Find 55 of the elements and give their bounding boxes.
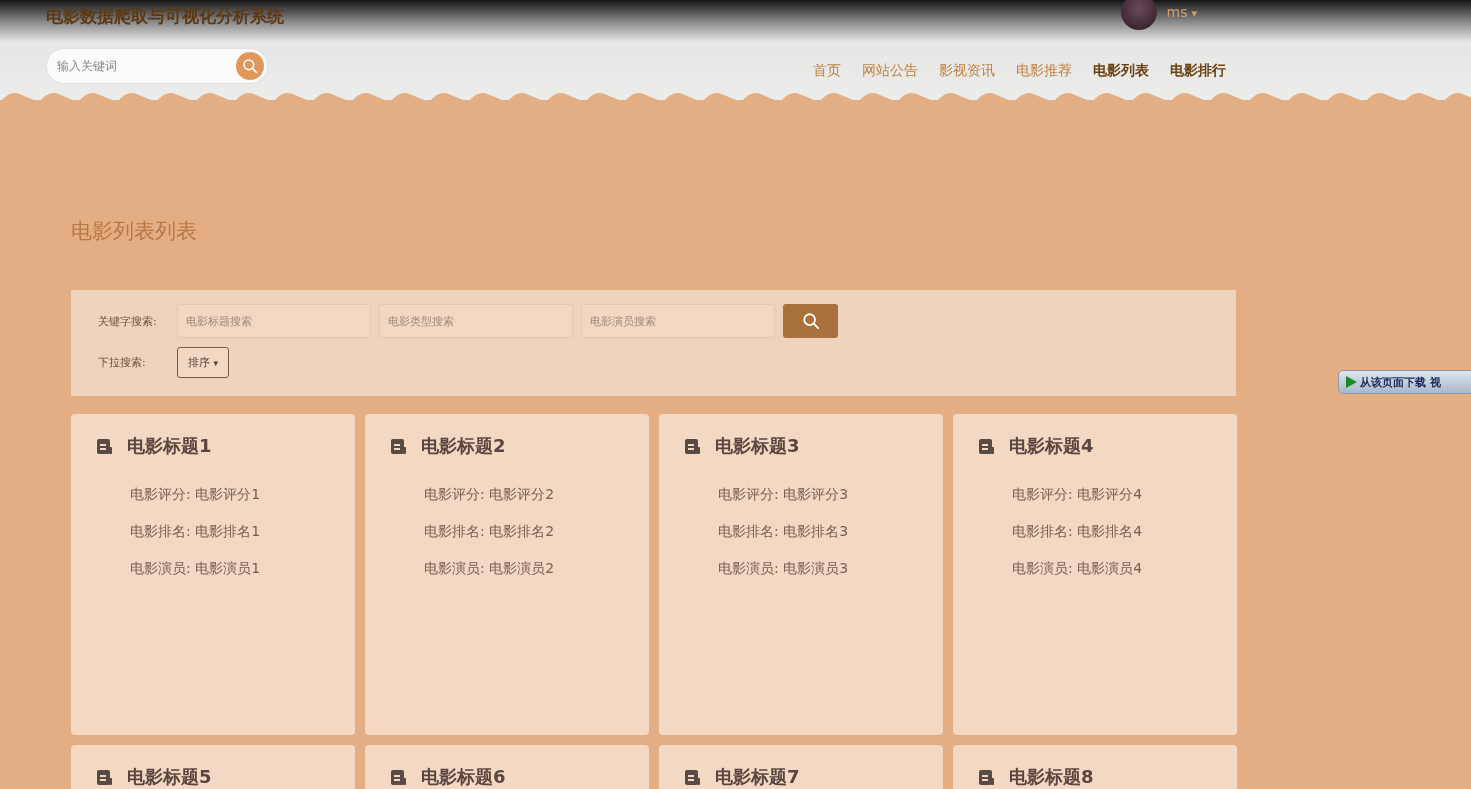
document-icon [978, 768, 995, 786]
movie-card[interactable]: 电影标题4 电影评分: 电影评分4 电影排名: 电影排名4 电影演员: 电影演员4 [953, 414, 1237, 735]
page-title: 电影列表列表 [71, 218, 198, 245]
movie-card[interactable]: 电影标题1 电影评分: 电影评分1 电影排名: 电影排名1 电影演员: 电影演员1 [71, 414, 355, 735]
movie-title: 电影标题3 [715, 434, 800, 458]
document-icon [390, 437, 407, 455]
movie-field: 电影演员: 电影演员3 [718, 560, 943, 578]
document-icon [96, 437, 113, 455]
search-button[interactable] [236, 52, 264, 80]
search-input[interactable]: 电影标题搜索 [177, 304, 371, 338]
movie-card[interactable]: 电影标题2 电影评分: 电影评分2 电影排名: 电影排名2 电影演员: 电影演员2 [365, 414, 649, 735]
nav-link[interactable]: 电影列表 [1093, 62, 1149, 80]
search-icon [242, 58, 258, 74]
movie-field: 电影排名: 电影排名4 [1012, 523, 1237, 541]
movie-title: 电影标题5 [127, 765, 212, 789]
movie-card[interactable]: 电影标题3 电影评分: 电影评分3 电影排名: 电影排名3 电影演员: 电影演员3 [659, 414, 943, 735]
movie-field: 电影排名: 电影排名1 [130, 523, 355, 541]
movie-field: 电影评分: 电影评分3 [718, 486, 943, 504]
movie-title: 电影标题1 [127, 434, 212, 458]
movie-title: 电影标题8 [1009, 765, 1094, 789]
movie-title: 电影标题2 [421, 434, 506, 458]
search-button[interactable] [783, 304, 838, 338]
document-icon [978, 437, 995, 455]
download-overlay-button[interactable]: 从该页面下载 视 [1338, 370, 1471, 394]
movie-field: 电影演员: 电影演员4 [1012, 560, 1237, 578]
search-input[interactable]: 电影类型搜索 [379, 304, 573, 338]
search-input[interactable]: 输入关键词 [55, 58, 219, 74]
movie-field: 电影排名: 电影排名3 [718, 523, 943, 541]
movie-field: 电影评分: 电影评分2 [424, 486, 649, 504]
search-field[interactable]: 输入关键词 [46, 48, 268, 84]
movie-field: 电影评分: 电影评分1 [130, 486, 355, 504]
movie-card[interactable]: 电影标题6 [365, 745, 649, 789]
document-icon [684, 768, 701, 786]
site-title: 电影数据爬取与可视化分析系统 [46, 5, 284, 28]
play-icon [1345, 376, 1357, 388]
user-avatar[interactable] [1120, 0, 1157, 30]
keyword-search-label: 关键字搜索: [98, 313, 158, 329]
document-icon [684, 437, 701, 455]
movie-title: 电影标题7 [715, 765, 800, 789]
search-input[interactable]: 电影演员搜索 [581, 304, 775, 338]
sort-dropdown[interactable]: 排序 ▾ [177, 347, 230, 378]
dropdown-search-label: 下拉搜索: [98, 355, 147, 370]
nav-link[interactable]: 电影排行 [1170, 62, 1226, 80]
document-icon [96, 768, 113, 786]
movie-field: 电影演员: 电影演员1 [130, 560, 355, 578]
movie-card[interactable]: 电影标题8 [953, 745, 1237, 789]
movie-card[interactable]: 电影标题5 [71, 745, 355, 789]
movie-card[interactable]: 电影标题7 [659, 745, 943, 789]
movie-title: 电影标题4 [1009, 434, 1094, 458]
movie-field: 电影排名: 电影排名2 [424, 523, 649, 541]
document-icon [390, 768, 407, 786]
movie-field: 电影演员: 电影演员2 [424, 560, 649, 578]
movie-title: 电影标题6 [421, 765, 506, 789]
search-icon [801, 312, 820, 330]
movie-field: 电影评分: 电影评分4 [1012, 486, 1237, 504]
